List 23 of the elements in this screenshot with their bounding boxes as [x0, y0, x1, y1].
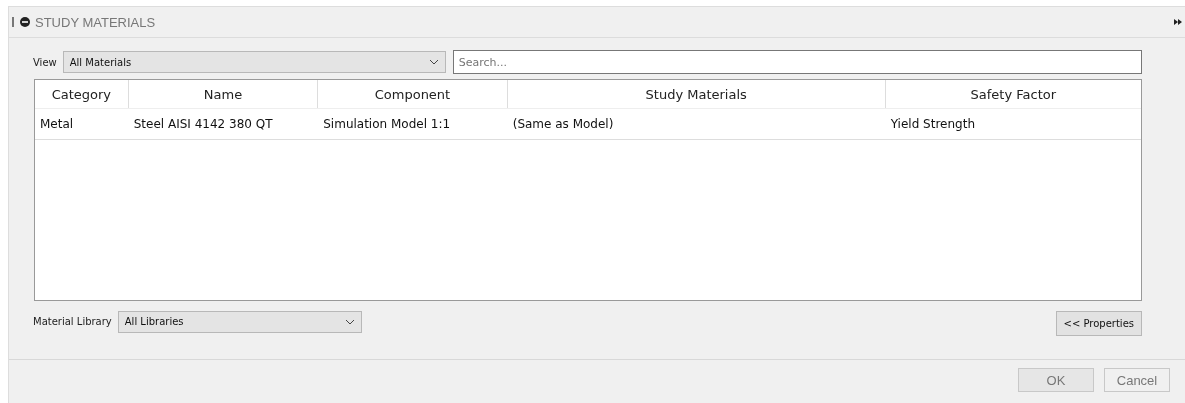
chevron-icon — [428, 59, 439, 65]
view-label: View — [33, 56, 57, 68]
table-cell-text: (Same as Model) — [511, 116, 615, 133]
dialog-button[interactable]: OK — [1018, 368, 1094, 392]
dialog-button[interactable]: Cancel — [1104, 368, 1170, 392]
library-dropdown[interactable]: All Libraries — [117, 310, 362, 333]
library-label: Material Library — [33, 316, 112, 327]
table-cell-text: Simulation Model 1:1 — [322, 116, 452, 133]
panel-title: STUDY MATERIALS — [35, 14, 156, 30]
column-header[interactable]: Component — [318, 80, 508, 108]
table-cell-text: Steel AISI 4142 380 QT — [132, 116, 274, 133]
view-dropdown[interactable]: All Materials — [62, 51, 446, 73]
column-header[interactable]: Name — [128, 80, 319, 108]
properties-button[interactable]: << Properties — [1055, 311, 1142, 336]
table-cell-text: Metal — [39, 116, 75, 133]
collapse-icon[interactable] — [20, 17, 30, 27]
column-header[interactable]: Category — [35, 80, 129, 108]
column-header[interactable]: Safety Factor — [885, 80, 1141, 108]
chevron-icon — [344, 318, 355, 325]
search-field[interactable]: Search... — [452, 50, 1142, 74]
expand-icon[interactable] — [1174, 19, 1182, 25]
column-header[interactable]: Study Materials — [507, 80, 886, 108]
table-cell-text: Yield Strength — [889, 116, 976, 133]
